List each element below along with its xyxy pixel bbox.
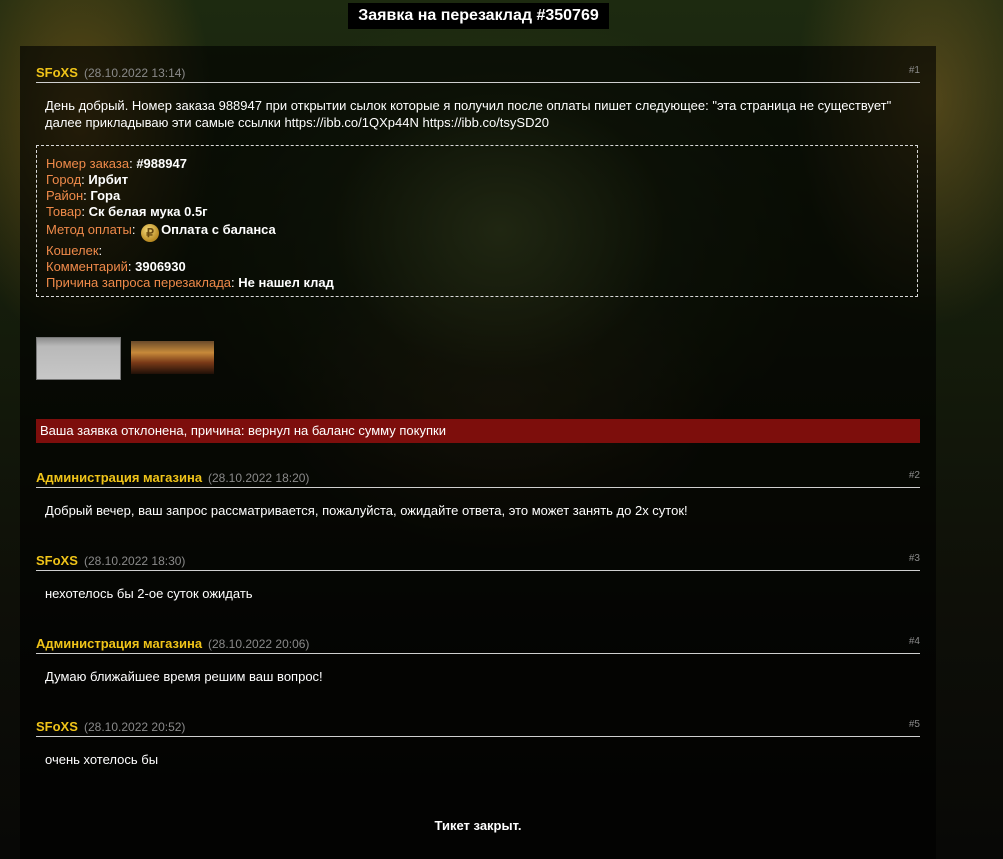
message-text: День добрый. Номер заказа 988947 при отк… [45, 98, 892, 130]
product-row: Товар: Ск белая мука 0.5г [46, 204, 208, 219]
city-row: Город: Ирбит [46, 172, 129, 187]
message-author: SFoXS [36, 553, 78, 568]
message-number: #4 [908, 636, 920, 647]
payment-method-row: Метод оплаты: ₽ Оплата с баланса [46, 222, 276, 242]
message-header: SFoXS (28.10.2022 18:30) #3 [36, 553, 920, 571]
message-date: (28.10.2022 20:06) [208, 637, 310, 651]
message-text: нехотелось бы 2-ое суток ожидать [45, 586, 253, 601]
ruble-coin-icon: ₽ [141, 224, 160, 242]
message-text: очень хотелось бы [45, 752, 159, 767]
message-author: Администрация магазина [36, 636, 203, 651]
message-author: SFoXS [36, 719, 78, 734]
order-number-row: Номер заказа: #988947 [46, 156, 187, 171]
district-row: Район: Гора [46, 188, 121, 203]
message-text: Думаю ближайшее время решим ваш вопрос! [45, 669, 323, 684]
reason-row: Причина запроса перезаклада: Не нашел кл… [46, 275, 334, 290]
rejection-banner: Ваша заявка отклонена, причина: вернул н… [36, 419, 920, 443]
page-title: Заявка на перезаклад #350769 [348, 3, 609, 29]
message-date: (28.10.2022 18:30) [84, 554, 186, 568]
message-text: Добрый вечер, ваш запрос рассматривается… [45, 503, 688, 518]
message-header: Администрация магазина (28.10.2022 20:06… [36, 636, 920, 654]
message-author: SFoXS [36, 65, 78, 80]
attachment-thumbnail[interactable] [36, 337, 121, 380]
message-number: #5 [908, 719, 920, 730]
message-number: #1 [908, 65, 920, 76]
message-header: SFoXS (28.10.2022 13:14) #1 [36, 65, 920, 83]
order-details: Номер заказа: #988947 Город: Ирбит Район… [36, 145, 918, 297]
message-header: Администрация магазина (28.10.2022 18:20… [36, 470, 920, 488]
message-date: (28.10.2022 13:14) [84, 66, 186, 80]
message-number: #2 [908, 470, 920, 481]
message-date: (28.10.2022 20:52) [84, 720, 186, 734]
wallet-row: Кошелек: [46, 243, 103, 258]
attachment-thumbnail[interactable] [131, 341, 214, 374]
message-date: (28.10.2022 18:20) [208, 471, 310, 485]
comment-row: Комментарий: 3906930 [46, 259, 186, 274]
message-header: SFoXS (28.10.2022 20:52) #5 [36, 719, 920, 737]
message-number: #3 [908, 553, 920, 564]
ticket-closed-status: Тикет закрыт. [434, 818, 522, 833]
message-author: Администрация магазина [36, 470, 203, 485]
